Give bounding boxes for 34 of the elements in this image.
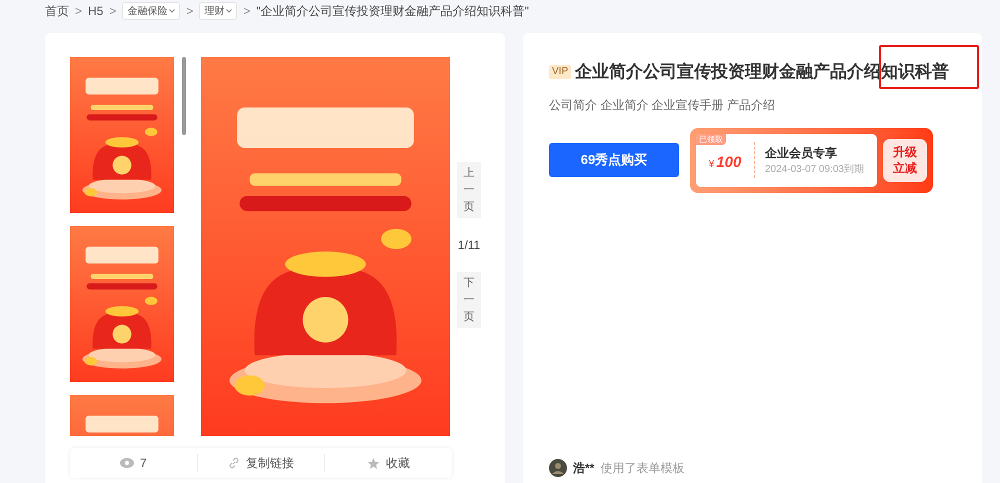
next-page-button[interactable]: 下一页 — [457, 272, 481, 328]
claimed-badge: 已领取 — [696, 134, 726, 144]
page-counter: 1/11 — [458, 237, 480, 254]
tag-list: 公司简介 企业简介 企业宣传手册 产品介绍 — [549, 96, 982, 112]
eye-icon — [120, 458, 134, 468]
star-icon — [367, 456, 380, 470]
upgrade-button[interactable]: 升级立减 — [883, 138, 927, 182]
separator-icon: > — [75, 2, 82, 20]
user-name: 浩** — [573, 460, 594, 477]
buy-button[interactable]: 69秀点购买 — [549, 143, 679, 177]
breadcrumb-dropdown[interactable]: 理财 — [199, 2, 238, 20]
currency-symbol: ¥ — [708, 158, 714, 172]
coupon-title: 企业会员专享 — [765, 144, 838, 162]
breadcrumb-dropdown[interactable]: 金融保险 — [122, 2, 180, 20]
separator-icon: > — [243, 2, 250, 20]
coupon-amount: 100 — [716, 152, 742, 173]
vip-badge: VIP — [549, 64, 572, 79]
title-highlight: 知识科普 — [881, 59, 950, 84]
breadcrumb-current: "企业简介公司宣传投资理财金融产品介绍知识科普" — [256, 3, 529, 20]
caret-icon — [169, 9, 176, 13]
activity-text: 使用了表单模板 — [600, 460, 684, 477]
scrollbar[interactable] — [182, 57, 186, 135]
link-icon — [228, 457, 240, 469]
separator-icon: > — [186, 2, 194, 20]
favorite-button[interactable]: 收藏 — [367, 454, 410, 472]
previous-page-button[interactable]: 上一页 — [457, 162, 481, 218]
view-count: 7 — [140, 455, 147, 472]
copy-link-button[interactable]: 复制链接 — [228, 454, 294, 472]
separator-icon: > — [109, 2, 116, 20]
avatar — [549, 459, 567, 477]
coupon-expiry: 2024-03-07 09:03到期 — [765, 162, 864, 176]
breadcrumb-link[interactable]: H5 — [88, 2, 104, 20]
caret-icon — [226, 9, 232, 13]
breadcrumb-link[interactable]: 首页 — [45, 2, 69, 20]
